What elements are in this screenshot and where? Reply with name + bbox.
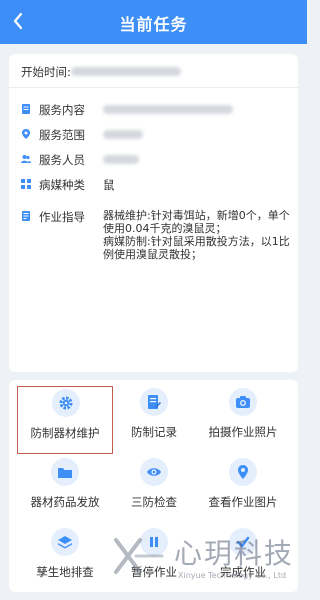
equipment-distribution-button[interactable]: 器材药品发放 — [17, 456, 113, 524]
action-label: 器材药品发放 — [30, 495, 100, 509]
watermark-company-cn: 心玥科技 — [174, 537, 295, 570]
work-guide-label: 作业指导 — [39, 210, 85, 224]
prevention-record-button[interactable]: 防制记录 — [106, 386, 202, 454]
start-time-label: 开始时间: — [21, 65, 71, 79]
action-label: 防制记录 — [131, 425, 177, 439]
location-pin-icon — [229, 458, 257, 486]
action-label: 孳生地排查 — [36, 565, 94, 579]
three-prevention-inspection-button[interactable]: 三防检查 — [106, 456, 202, 524]
top-bar: 当前任务 — [0, 0, 307, 44]
action-label: 防制器材维护 — [30, 426, 100, 440]
people-icon — [21, 155, 31, 163]
watermark: 心玥科技 Xinyue Technology Co., Ltd — [110, 528, 307, 600]
list-icon — [22, 211, 30, 221]
service-content-row: 服务内容 — [21, 102, 291, 118]
service-content-label: 服务内容 — [39, 103, 85, 117]
location-pin-icon — [22, 129, 30, 139]
service-scope-value-redacted — [103, 130, 143, 139]
action-label: 查看作业图片 — [208, 495, 278, 509]
work-guide-row: 作业指导 器械维护:针对毒饵站，新增0个，单个使用0.04千克的溴鼠灵； 病媒防… — [21, 209, 298, 269]
service-scope-label: 服务范围 — [39, 128, 85, 142]
camera-icon — [229, 388, 257, 416]
folder-icon — [51, 458, 79, 486]
service-scope-row: 服务范围 — [21, 127, 291, 143]
vector-type-row: 病媒种类 鼠 — [21, 177, 291, 193]
breeding-site-survey-button[interactable]: 孳生地排查 — [17, 526, 113, 594]
layers-icon — [51, 528, 79, 556]
start-time-row: 开始时间: — [9, 54, 298, 88]
action-label: 三防检查 — [131, 495, 177, 509]
service-content-value-redacted — [103, 105, 233, 114]
take-work-photo-button[interactable]: 拍摄作业照片 — [195, 386, 291, 454]
grid-icon — [21, 179, 31, 189]
watermark-company-en: Xinyue Technology Co., Ltd — [178, 571, 287, 580]
view-work-pictures-button[interactable]: 查看作业图片 — [195, 456, 291, 524]
work-guide-value: 器械维护:针对毒饵站，新增0个，单个使用0.04千克的溴鼠灵； 病媒防制:针对鼠… — [103, 209, 290, 261]
work-guide-text: 器械维护:针对毒饵站，新增0个，单个使用0.04千克的溴鼠灵； 病媒防制:针对鼠… — [103, 209, 298, 261]
eye-icon — [140, 458, 168, 486]
watermark-logo-icon — [114, 538, 164, 574]
vector-type-label: 病媒种类 — [39, 178, 85, 192]
start-time-value-redacted — [71, 67, 181, 76]
service-staff-label: 服务人员 — [39, 153, 85, 167]
action-label: 拍摄作业照片 — [208, 425, 278, 439]
document-icon — [22, 104, 30, 114]
service-staff-value-redacted — [103, 155, 139, 164]
task-info-card: 开始时间: 服务内容 服务范围 服务人员 病媒种类 鼠 作业指导 器械维护:针对… — [9, 54, 298, 372]
vector-type-value: 鼠 — [103, 178, 115, 192]
service-staff-row: 服务人员 — [21, 152, 291, 168]
document-edit-icon — [140, 388, 168, 416]
gear-icon — [52, 389, 80, 417]
page-title: 当前任务 — [119, 15, 188, 34]
equipment-maintenance-button[interactable]: 防制器材维护 — [17, 386, 113, 454]
